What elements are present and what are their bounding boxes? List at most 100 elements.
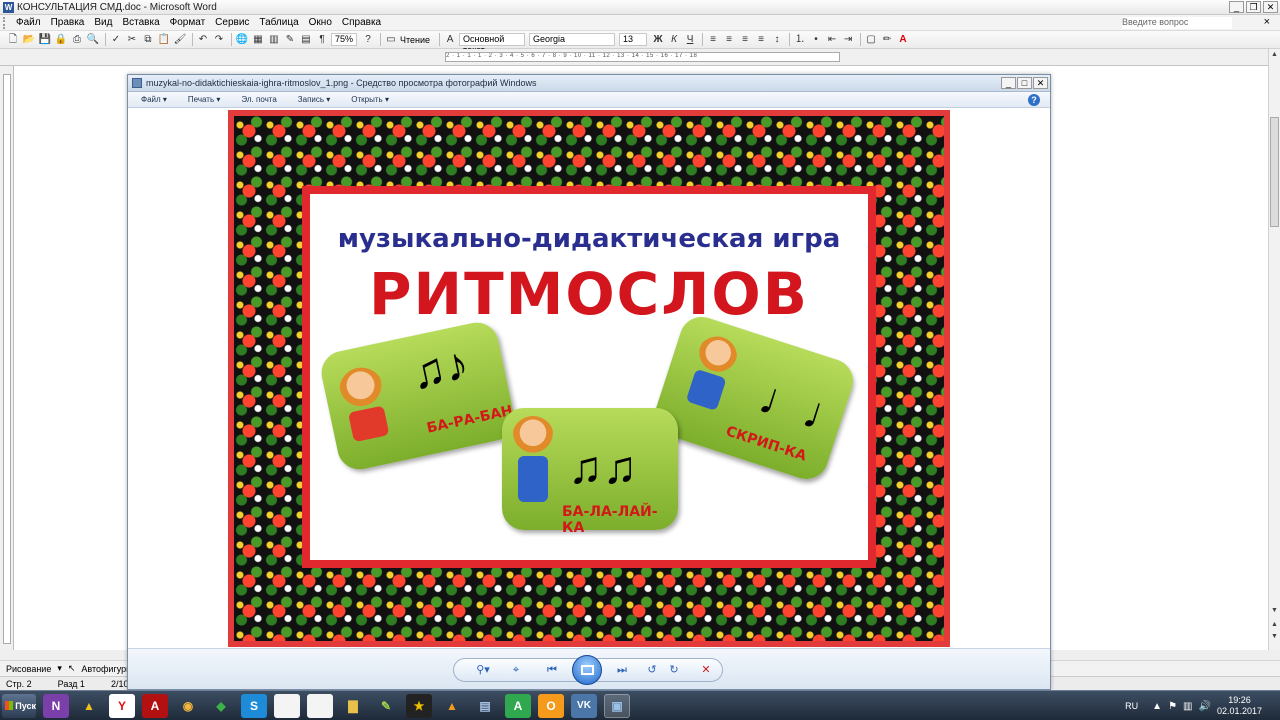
increase-indent-icon[interactable]: ⇥ <box>841 33 855 47</box>
vk-icon[interactable]: VK <box>571 693 597 718</box>
italic-icon[interactable]: К <box>667 33 681 47</box>
drawing-icon[interactable]: ✎ <box>283 33 297 47</box>
highlight-icon[interactable]: ✏ <box>880 33 894 47</box>
style-select[interactable]: Основной текст <box>459 33 526 55</box>
font-color-icon[interactable]: A <box>896 33 910 47</box>
horizontal-ruler[interactable]: 2 · 1 · 1 · 1 · 2 · 3 · 4 · 5 · 6 · 7 · … <box>0 49 1280 66</box>
spelling-icon[interactable]: ✓ <box>109 33 123 47</box>
bullets-icon[interactable]: • <box>809 33 823 47</box>
paint-icon[interactable]: ✎ <box>373 694 399 718</box>
menu-tools[interactable]: Сервис <box>210 17 254 28</box>
close-button[interactable]: ✕ <box>1263 1 1278 13</box>
viewer-close-button[interactable]: ✕ <box>1033 77 1048 89</box>
drawing-dropdown-icon[interactable]: ▾ <box>57 663 62 674</box>
vertical-ruler[interactable] <box>0 66 14 650</box>
menu-file[interactable]: Файл <box>11 17 46 28</box>
language-indicator[interactable]: RU <box>1125 701 1138 711</box>
align-center-icon[interactable]: ≡ <box>722 33 736 47</box>
help-question-input[interactable]: Введите вопрос <box>1122 17 1232 29</box>
table-icon[interactable]: ▦ <box>251 33 265 47</box>
justify-icon[interactable]: ≡ <box>754 33 768 47</box>
save-icon[interactable]: 💾 <box>38 33 52 47</box>
help-icon[interactable]: ? <box>361 33 375 47</box>
media-player-icon[interactable]: ★ <box>406 693 432 718</box>
viewer-menu-burn[interactable]: Запись ▾ <box>285 95 339 104</box>
notepad-icon[interactable]: ▤ <box>472 694 498 718</box>
show-hide-icon[interactable]: ¶ <box>315 33 329 47</box>
open-icon[interactable]: 📂 <box>22 33 36 47</box>
align-left-icon[interactable]: ≡ <box>706 33 720 47</box>
scroll-up-icon[interactable]: ▲ <box>1270 51 1279 61</box>
menu-edit[interactable]: Правка <box>46 17 90 28</box>
print-icon[interactable]: ⎙ <box>70 33 84 47</box>
viewer-minimize-button[interactable]: _ <box>1001 77 1016 89</box>
vertical-scrollbar[interactable]: ▲ ▼ ▲ ▼ <box>1268 49 1280 650</box>
tray-expand-icon[interactable]: ▲ <box>1152 701 1162 712</box>
start-button[interactable]: Пуск <box>2 693 36 718</box>
redo-icon[interactable]: ↷ <box>212 33 226 47</box>
styles-icon[interactable]: A <box>443 33 457 47</box>
menu-view[interactable]: Вид <box>89 17 117 28</box>
media-disc-icon[interactable]: ◉ <box>175 694 201 718</box>
close-document-icon[interactable]: × <box>1264 16 1270 28</box>
delete-icon[interactable]: ✕ <box>698 663 714 677</box>
columns-icon[interactable]: ▥ <box>267 33 281 47</box>
clock[interactable]: 19:26 02.01.2017 <box>1217 695 1262 717</box>
slideshow-button[interactable] <box>572 655 602 685</box>
folder-icon[interactable]: ▇ <box>340 694 366 718</box>
yandex-browser-icon[interactable]: Y <box>109 693 135 718</box>
undo-icon[interactable]: ↶ <box>196 33 210 47</box>
photo-viewer-task-icon[interactable]: ▣ <box>604 693 630 718</box>
drawing-menu[interactable]: Рисование <box>6 664 51 674</box>
paste-icon[interactable]: 📋 <box>157 33 171 47</box>
bold-icon[interactable]: Ж <box>651 33 665 47</box>
document-icon[interactable] <box>274 693 300 718</box>
toolbar-grip-icon[interactable] <box>3 16 7 29</box>
green-app-icon[interactable]: A <box>505 693 531 718</box>
reading-button[interactable]: Чтение <box>400 35 430 45</box>
menu-help[interactable]: Справка <box>337 17 386 28</box>
gem-app-icon[interactable]: ◆ <box>208 694 234 718</box>
viewer-help-icon[interactable]: ? <box>1028 94 1040 106</box>
decrease-indent-icon[interactable]: ⇤ <box>825 33 839 47</box>
menu-insert[interactable]: Вставка <box>117 17 164 28</box>
reading-icon[interactable]: ▭ <box>384 33 398 47</box>
borders-icon[interactable]: ▢ <box>864 33 878 47</box>
print-preview-icon[interactable]: 🔍 <box>86 33 100 47</box>
permission-icon[interactable]: 🔒 <box>54 33 68 47</box>
actual-size-icon[interactable]: ⌖ <box>508 663 524 677</box>
new-document-icon[interactable]: 🗋 <box>6 33 20 47</box>
copy-icon[interactable]: ⧉ <box>141 33 155 47</box>
viewer-image-canvas[interactable]: музыкально-дидактическая игра РИТМОСЛОВ … <box>129 108 1049 648</box>
action-center-flag-icon[interactable]: ⚑ <box>1168 701 1177 712</box>
next-image-icon[interactable]: ⏭ <box>610 663 634 677</box>
network-icon[interactable]: ▥ <box>1183 701 1192 712</box>
zoom-select[interactable]: 75% <box>331 33 358 46</box>
vlc-icon[interactable]: ▲ <box>439 694 465 718</box>
pdf-reader-icon[interactable]: A <box>142 693 168 718</box>
underline-icon[interactable]: Ч <box>683 33 697 47</box>
viewer-menu-email[interactable]: Эл. почта <box>228 95 284 104</box>
menu-format[interactable]: Формат <box>165 17 211 28</box>
zoom-icon[interactable]: ⚲▾ <box>472 663 494 677</box>
skype-icon[interactable]: S <box>241 693 267 718</box>
viewer-maximize-button[interactable]: □ <box>1017 77 1032 89</box>
viewer-menu-print[interactable]: Печать ▾ <box>175 95 228 104</box>
restore-button[interactable]: ❐ <box>1246 1 1261 13</box>
minimize-button[interactable]: _ <box>1229 1 1244 13</box>
viewer-menu-file[interactable]: Файл ▾ <box>128 95 175 104</box>
scrollbar-thumb[interactable] <box>1270 117 1279 227</box>
volume-icon[interactable]: 🔊 <box>1199 701 1211 712</box>
warning-app-icon[interactable]: ▲ <box>76 694 102 718</box>
hyperlink-icon[interactable]: 🌐 <box>235 33 249 47</box>
line-spacing-icon[interactable]: ↕ <box>770 33 784 47</box>
previous-image-icon[interactable]: ⏮ <box>540 663 564 677</box>
odnoklassniki-icon[interactable]: O <box>538 693 564 718</box>
font-size-select[interactable]: 13 <box>619 33 648 46</box>
document-map-icon[interactable]: ▤ <box>299 33 313 47</box>
viewer-menu-open[interactable]: Открыть ▾ <box>338 95 397 104</box>
format-painter-icon[interactable]: 🖌 <box>173 33 187 47</box>
document-icon-2[interactable] <box>307 693 333 718</box>
onenote-icon[interactable]: N <box>43 693 69 718</box>
rotate-left-icon[interactable]: ↺ <box>644 663 660 677</box>
